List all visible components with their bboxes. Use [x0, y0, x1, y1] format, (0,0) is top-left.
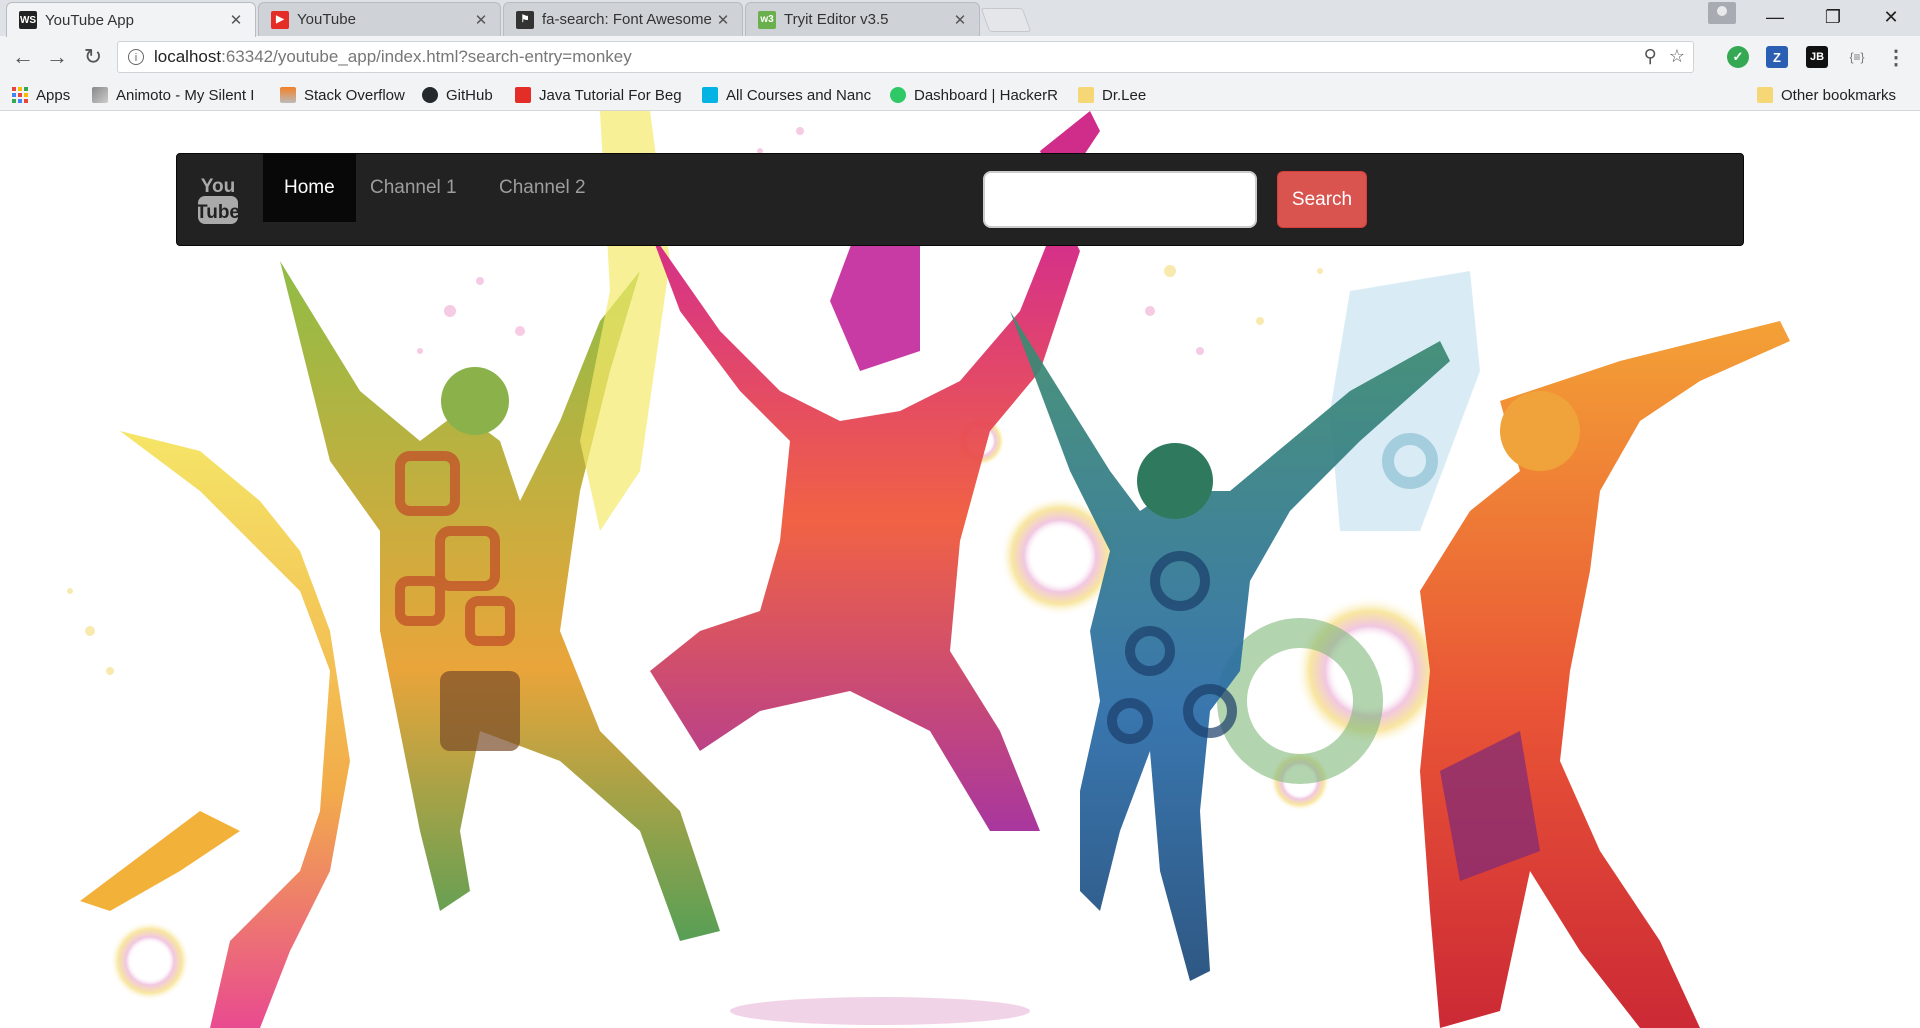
github-icon [422, 87, 438, 103]
zoom-icon[interactable]: ⚲ [1644, 46, 1657, 67]
search-button[interactable]: Search [1277, 171, 1367, 228]
json-icon[interactable]: {≡} [1846, 46, 1868, 68]
udacity-icon [702, 87, 718, 103]
close-icon[interactable]: ✕ [472, 11, 490, 29]
tab-font-awesome[interactable]: ⚑ fa-search: Font Awesome ✕ [503, 2, 743, 36]
tab-title: fa-search: Font Awesome [542, 11, 712, 28]
youtube-icon: ▶ [271, 10, 289, 29]
restore-icon[interactable]: ❐ [1804, 0, 1862, 34]
close-window-icon[interactable]: ✕ [1862, 0, 1920, 34]
page-viewport: You Tube Home Channel 1 Channel 2 Search [0, 111, 1920, 1028]
nav-channel-1[interactable]: Channel 1 [349, 154, 478, 222]
close-icon[interactable]: ✕ [714, 11, 732, 29]
bookmark-udacity[interactable]: All Courses and Nanc [702, 84, 872, 106]
w3schools-icon: w3 [758, 10, 776, 29]
bookmark-label: Animoto - My Silent I [116, 86, 255, 104]
folder-icon [1757, 87, 1773, 103]
bookmark-label: Stack Overflow [304, 86, 405, 104]
stackoverflow-icon [280, 87, 296, 103]
bookmark-github[interactable]: GitHub [422, 84, 522, 106]
bookmark-label: All Courses and Nanc [726, 86, 872, 104]
bookmark-label: Dashboard | HackerR [914, 86, 1058, 104]
tab-strip: WS YouTube App ✕ ▶ YouTube ✕ ⚑ fa-search… [0, 0, 1920, 37]
address-bar[interactable]: i localhost:63342/youtube_app/index.html… [117, 41, 1694, 73]
menu-icon[interactable]: ⋮ [1885, 46, 1907, 69]
bookmarks-bar: Apps Animoto - My Silent I Stack Overflo… [0, 78, 1920, 111]
dancers-background-image [67, 111, 1790, 1028]
flag-icon: ⚑ [516, 10, 534, 29]
star-icon[interactable]: ☆ [1669, 46, 1685, 67]
bookmark-hackerrank[interactable]: Dashboard | HackerR [890, 84, 1060, 106]
tab-tryit-editor[interactable]: w3 Tryit Editor v3.5 ✕ [745, 2, 980, 36]
hackerrank-icon [890, 87, 906, 103]
webstorm-icon: WS [19, 11, 37, 29]
animoto-icon [92, 87, 108, 103]
youtube-icon [515, 87, 531, 103]
z-icon[interactable]: Z [1766, 46, 1788, 68]
bookmark-label: Other bookmarks [1781, 86, 1897, 104]
bookmark-animoto[interactable]: Animoto - My Silent I [92, 84, 262, 106]
bookmark-stack-overflow[interactable]: Stack Overflow [280, 84, 420, 106]
bookmark-java-tutorial[interactable]: Java Tutorial For Beg [515, 84, 685, 106]
apps-grid-icon [12, 87, 28, 103]
top-navbar: You Tube Home Channel 1 Channel 2 Search [176, 153, 1744, 246]
tab-title: YouTube [297, 11, 356, 28]
logo-tube-text: Tube [197, 202, 239, 223]
nav-home[interactable]: Home [263, 154, 356, 222]
profile-icon[interactable] [1708, 2, 1736, 24]
tab-title: YouTube App [45, 11, 134, 29]
bookmark-label: GitHub [446, 86, 493, 104]
tab-title: Tryit Editor v3.5 [784, 11, 889, 28]
browser-toolbar: ← → ↻ i localhost:63342/youtube_app/inde… [0, 36, 1920, 79]
bookmark-label: Java Tutorial For Beg [539, 86, 682, 104]
forward-icon[interactable]: → [42, 42, 72, 72]
logo-you-text: You [201, 176, 235, 197]
nav-channel-2[interactable]: Channel 2 [478, 154, 607, 222]
tab-youtube-app[interactable]: WS YouTube App ✕ [6, 2, 256, 37]
url-host: localhost [154, 47, 222, 66]
bookmark-label: Apps [36, 86, 71, 104]
folder-icon [1078, 87, 1094, 103]
bookmark-folder-drlee[interactable]: Dr.Lee [1078, 84, 1188, 106]
new-tab-button[interactable] [980, 8, 1032, 32]
bookmark-apps[interactable]: Apps [12, 84, 82, 106]
youtube-logo[interactable]: You Tube [196, 172, 240, 226]
jb-icon[interactable]: JB [1806, 46, 1828, 68]
close-icon[interactable]: ✕ [227, 11, 245, 29]
tab-youtube[interactable]: ▶ YouTube ✕ [258, 2, 501, 36]
close-icon[interactable]: ✕ [951, 11, 969, 29]
minimize-icon[interactable]: — [1746, 0, 1804, 34]
url-path: :63342/youtube_app/index.html?search-ent… [221, 47, 632, 66]
bookmark-other-bookmarks[interactable]: Other bookmarks [1757, 84, 1917, 106]
search-input[interactable] [983, 171, 1257, 228]
reload-icon[interactable]: ↻ [78, 42, 108, 72]
info-icon[interactable]: i [128, 49, 144, 65]
bookmark-label: Dr.Lee [1102, 86, 1147, 104]
back-icon[interactable]: ← [8, 42, 38, 72]
check-icon[interactable]: ✓ [1727, 46, 1749, 68]
